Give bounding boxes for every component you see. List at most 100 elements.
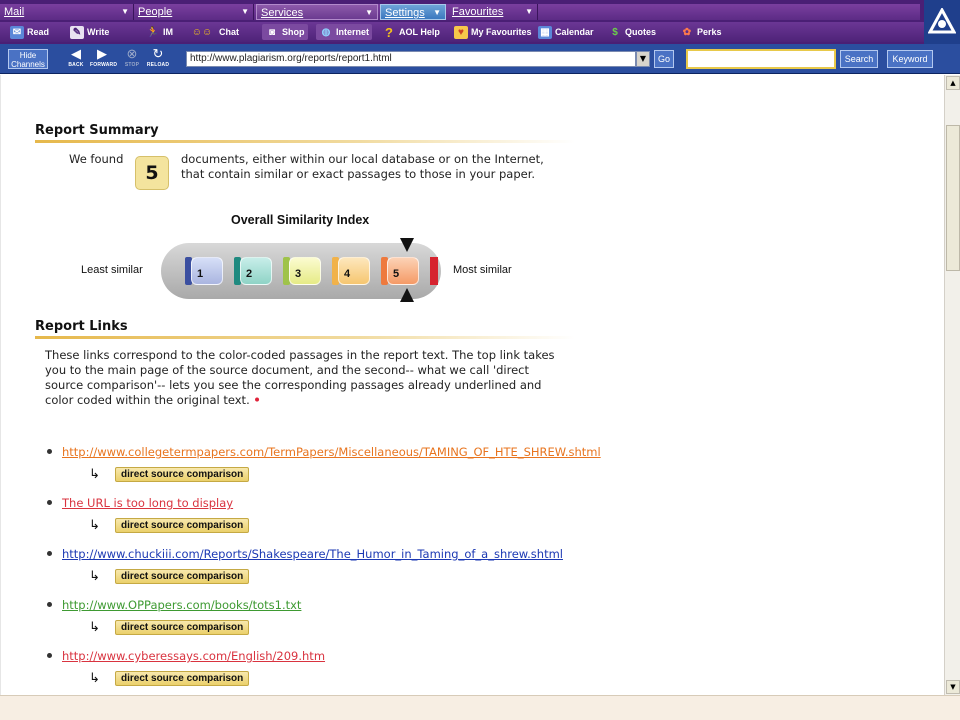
- similarity-cell-label: 4: [344, 268, 351, 280]
- menu-mail[interactable]: Mail ▼: [0, 4, 134, 20]
- internet-button[interactable]: ◍ Internet: [316, 24, 373, 40]
- reload-icon: ↻: [152, 46, 164, 61]
- source-link[interactable]: The URL is too long to display: [62, 496, 233, 510]
- source-link[interactable]: http://www.chuckiii.com/Reports/Shakespe…: [62, 547, 563, 561]
- quotes-label: Quotes: [625, 27, 657, 37]
- bullet-icon: [47, 653, 52, 658]
- bullet-icon: [47, 602, 52, 607]
- write-mail-icon: ✎: [70, 25, 84, 39]
- dsc-row: ↳ direct source comparison: [89, 516, 250, 534]
- menu-people[interactable]: People ▼: [134, 4, 254, 20]
- scroll-up-icon[interactable]: ▲: [946, 76, 960, 90]
- address-value: http://www.plagiarism.org/reports/report…: [190, 53, 392, 64]
- similarity-cell-label: 2: [246, 268, 253, 280]
- scroll-down-icon[interactable]: ▼: [946, 680, 960, 694]
- search-button[interactable]: Search: [840, 50, 878, 68]
- chat-label: Chat: [219, 27, 239, 37]
- chevron-down-icon: ▼: [365, 8, 373, 17]
- gift-icon: ✿: [682, 26, 692, 38]
- stop-button[interactable]: ⊗ STOP: [120, 47, 144, 71]
- forward-button[interactable]: ▶ FORWARD: [90, 47, 118, 71]
- list-item: http://www.OPPapers.com/books/tots1.txt …: [47, 598, 927, 649]
- search-input[interactable]: [686, 49, 836, 69]
- indicator-arrow-up-icon: [400, 288, 414, 302]
- dollar-icon: $: [612, 26, 618, 38]
- return-arrow-icon: ↳: [89, 568, 100, 584]
- chat-icon: ☺☺: [191, 26, 213, 38]
- similarity-box: 2: [240, 257, 272, 285]
- internet-globe-icon: ◍: [321, 26, 331, 38]
- dsc-row: ↳ direct source comparison: [89, 465, 250, 483]
- write-button[interactable]: ✎ Write: [70, 24, 109, 40]
- chat-button[interactable]: ☺☺ Chat: [188, 24, 239, 40]
- reload-button[interactable]: ↻ RELOAD: [146, 47, 170, 71]
- report-links-intro: These links correspond to the color-code…: [45, 348, 567, 408]
- chevron-down-icon: ▼: [433, 8, 441, 17]
- bullet-icon: [47, 551, 52, 556]
- address-field[interactable]: http://www.plagiarism.org/reports/report…: [186, 51, 636, 67]
- hide-channels-button[interactable]: Hide Channels: [8, 49, 48, 69]
- menu-favourites[interactable]: Favourites ▼: [448, 4, 538, 20]
- indicator-arrow-down-icon: [400, 238, 414, 252]
- shop-button[interactable]: ◙ Shop: [262, 24, 308, 40]
- read-button[interactable]: ✉ Read: [10, 24, 49, 40]
- intro-marker-icon: •: [253, 393, 261, 407]
- dsc-row: ↳ direct source comparison: [89, 567, 250, 585]
- source-link[interactable]: http://www.cyberessays.com/English/209.h…: [62, 649, 325, 663]
- list-item: http://www.chuckiii.com/Reports/Shakespe…: [47, 547, 927, 598]
- source-link[interactable]: http://www.collegetermpapers.com/TermPap…: [62, 445, 601, 459]
- calendar-button[interactable]: ▦ Calendar: [538, 24, 594, 40]
- chevron-down-icon: ▼: [121, 7, 129, 16]
- keyword-button[interactable]: Keyword: [887, 50, 933, 68]
- im-button[interactable]: 🏃 IM: [146, 24, 173, 40]
- most-similar-label: Most similar: [453, 264, 512, 276]
- back-label: BACK: [68, 62, 84, 68]
- stop-label: STOP: [124, 62, 140, 68]
- aol-button-row: ✉ Read ✎ Write 🏃 IM ☺☺ Chat ◙ Shop ◍ Internet …: [0, 22, 960, 42]
- perks-button[interactable]: ✿ Perks: [680, 24, 722, 40]
- menu-settings[interactable]: Settings ▼: [380, 4, 446, 20]
- direct-source-comparison-button[interactable]: direct source comparison: [115, 619, 250, 635]
- aol-menu-row: Mail ▼ People ▼ Services ▼ Settings ▼ Favour…: [0, 4, 920, 20]
- instant-message-icon: 🏃: [146, 26, 160, 38]
- return-arrow-icon: ↳: [89, 517, 100, 533]
- found-description: documents, either within our local datab…: [181, 152, 544, 181]
- forward-label: FORWARD: [90, 62, 118, 68]
- bullet-icon: [47, 449, 52, 454]
- aol-help-button[interactable]: ? AOL Help: [382, 24, 440, 40]
- quotes-button[interactable]: $ Quotes: [608, 24, 656, 40]
- dsc-row: ↳ direct source comparison: [89, 669, 250, 687]
- menu-services-label: Services: [261, 7, 304, 19]
- vertical-scrollbar[interactable]: ▲ ▼: [944, 75, 960, 695]
- aol-toolbar: Mail ▼ People ▼ Services ▼ Settings ▼ Favour…: [0, 0, 960, 44]
- chevron-down-icon: ▼: [241, 7, 249, 16]
- perks-label: Perks: [697, 27, 722, 37]
- similarity-cell-label: 5: [393, 268, 400, 280]
- report-links-heading: Report Links: [35, 319, 128, 334]
- keyword-label: Keyword: [892, 54, 928, 64]
- aol-help-label: AOL Help: [399, 27, 440, 37]
- go-button[interactable]: Go: [654, 50, 674, 68]
- dsc-row: ↳ direct source comparison: [89, 618, 250, 636]
- shop-label: Shop: [282, 27, 305, 37]
- menu-services[interactable]: Services ▼: [256, 4, 378, 20]
- direct-source-comparison-button[interactable]: direct source comparison: [115, 568, 250, 584]
- read-label: Read: [27, 27, 50, 37]
- return-arrow-icon: ↳: [89, 670, 100, 686]
- list-item: http://www.collegetermpapers.com/TermPap…: [47, 445, 927, 496]
- source-link[interactable]: http://www.OPPapers.com/books/tots1.txt: [62, 598, 301, 612]
- help-icon: ?: [385, 24, 393, 40]
- menu-people-label: People: [138, 6, 173, 18]
- direct-source-comparison-button[interactable]: direct source comparison: [115, 670, 250, 686]
- my-favourites-button[interactable]: ♥ My Favourites: [454, 24, 532, 40]
- address-dropdown-button[interactable]: ▼: [636, 51, 650, 67]
- similarity-box: 4: [338, 257, 370, 285]
- direct-source-comparison-button[interactable]: direct source comparison: [115, 466, 250, 482]
- list-item: http://www.cyberessays.com/English/209.h…: [47, 649, 927, 695]
- back-button[interactable]: ◀ BACK: [64, 47, 88, 71]
- similarity-cell-label: 3: [295, 268, 302, 280]
- document-count-badge: 5: [135, 156, 169, 190]
- direct-source-comparison-button[interactable]: direct source comparison: [115, 517, 250, 533]
- scroll-thumb[interactable]: [946, 125, 960, 271]
- intro-text: These links correspond to the color-code…: [45, 348, 555, 407]
